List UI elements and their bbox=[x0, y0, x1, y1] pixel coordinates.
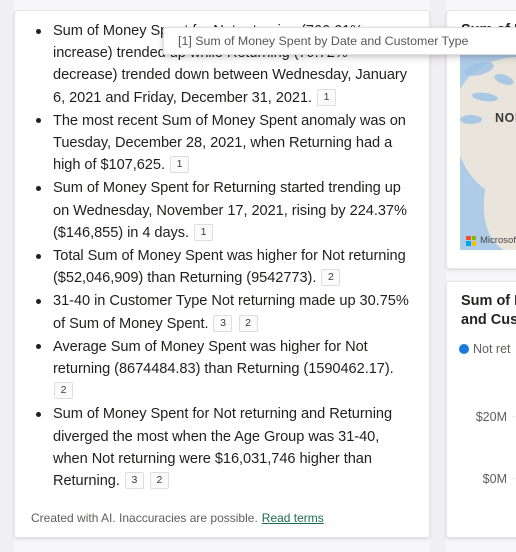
legend-label: Not ret bbox=[473, 342, 511, 356]
insight-text: The most recent Sum of Money Spent anoma… bbox=[53, 112, 406, 174]
insights-footer: Created with AI. Inaccuracies are possib… bbox=[15, 499, 429, 537]
chart-visual-card[interactable]: Sum of I and Cust Not ret $20M $0M 2 bbox=[446, 281, 516, 538]
middle-gutter bbox=[430, 0, 446, 552]
y-axis-tick-label: $0M bbox=[482, 472, 507, 486]
citation-chip[interactable]: 2 bbox=[238, 314, 258, 332]
ai-disclaimer-text: Created with AI. Inaccuracies are possib… bbox=[31, 511, 258, 525]
citation-tooltip-text: [1] Sum of Money Spent by Date and Custo… bbox=[178, 34, 469, 48]
insight-text: Sum of Money Spent for Not returning and… bbox=[53, 406, 393, 490]
insights-bullet-list: Sum of Money Spent for Not returning (76… bbox=[15, 11, 429, 492]
citation-chip[interactable]: 1 bbox=[169, 156, 189, 174]
map-attribution-text: Microsoft bbox=[480, 235, 516, 246]
map-surface[interactable]: NORTH Microsoft © 2 bbox=[460, 49, 516, 250]
left-gutter bbox=[0, 0, 14, 552]
insight-item[interactable]: Total Sum of Money Spent was higher for … bbox=[29, 245, 415, 289]
map-region-label: NORTH bbox=[495, 111, 516, 125]
water-feature bbox=[460, 115, 482, 124]
microsoft-logo-icon bbox=[466, 235, 476, 246]
citation-chip[interactable]: 1 bbox=[317, 88, 337, 106]
insight-item[interactable]: 31-40 in Customer Type Not returning mad… bbox=[29, 290, 415, 334]
legend-color-swatch-icon bbox=[459, 344, 469, 354]
citation-chip[interactable]: 2 bbox=[321, 269, 341, 287]
ai-insights-panel: Sum of Money Spent for Not returning (76… bbox=[14, 10, 430, 538]
insight-text: Average Sum of Money Spent was higher fo… bbox=[53, 338, 394, 378]
citation-chip[interactable]: 3 bbox=[124, 472, 144, 490]
chart-title-line-1: Sum of I bbox=[461, 293, 516, 309]
chart-legend[interactable]: Not ret bbox=[459, 342, 511, 356]
chart-title-line-2: and Cust bbox=[461, 312, 516, 328]
insight-item[interactable]: Sum of Money Spent for Not returning and… bbox=[29, 403, 415, 492]
citation-chip[interactable]: 3 bbox=[213, 314, 233, 332]
insights-scroll-area[interactable]: Sum of Money Spent for Not returning (76… bbox=[15, 11, 429, 501]
citation-chip[interactable]: 2 bbox=[54, 382, 73, 400]
citation-chip[interactable]: 2 bbox=[149, 472, 169, 490]
y-axis-tick-label: $20M bbox=[475, 410, 507, 424]
insight-text: Total Sum of Money Spent was higher for … bbox=[53, 248, 406, 287]
insight-item[interactable]: Sum of Money Spent for Returning started… bbox=[29, 177, 415, 244]
read-terms-link[interactable]: Read terms bbox=[262, 511, 324, 525]
insight-text: Sum of Money Spent for Returning started… bbox=[53, 180, 407, 241]
citation-tooltip[interactable]: [1] Sum of Money Spent by Date and Custo… bbox=[163, 27, 516, 55]
chart-visual-title: Sum of I and Cust bbox=[447, 282, 516, 330]
insight-item[interactable]: Average Sum of Money Spent was higher fo… bbox=[29, 336, 415, 403]
insight-item[interactable]: The most recent Sum of Money Spent anoma… bbox=[29, 110, 415, 177]
map-attribution: Microsoft © 2 bbox=[466, 235, 516, 246]
citation-chip[interactable]: 1 bbox=[194, 223, 214, 241]
